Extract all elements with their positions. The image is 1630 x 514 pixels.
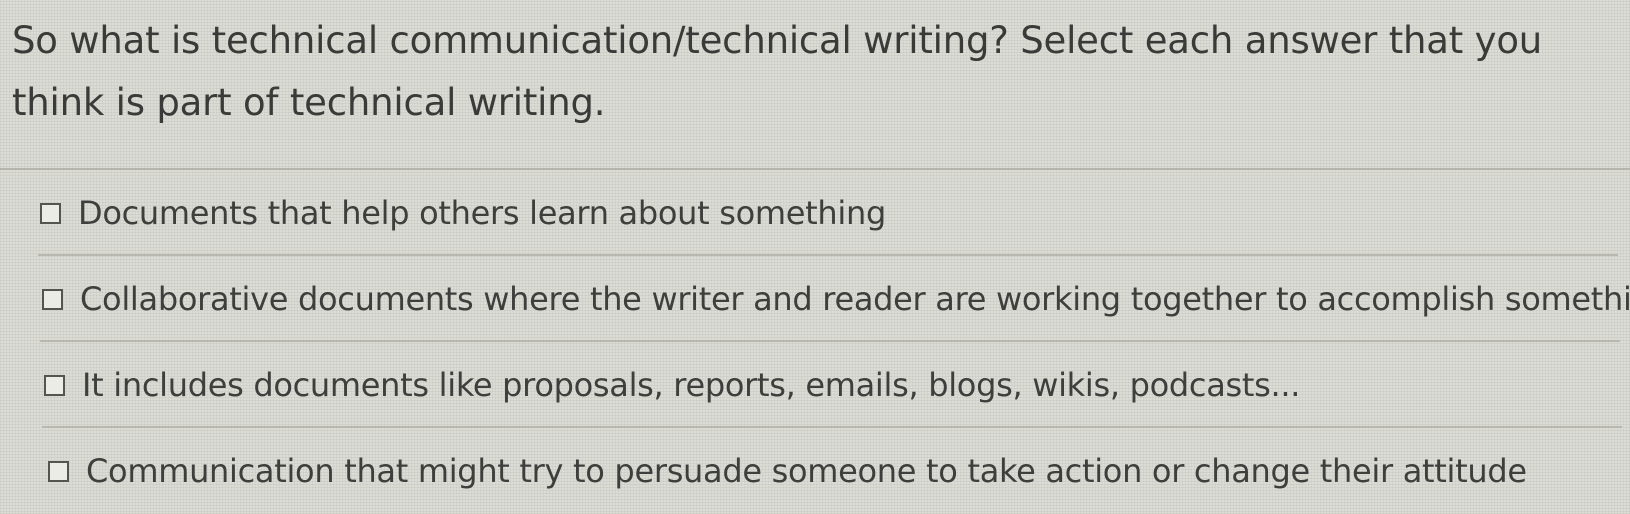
answer-checkbox-1[interactable]	[40, 202, 61, 224]
answer-checkbox-3[interactable]	[44, 374, 65, 396]
answer-label-2[interactable]: Collaborative documents where the writer…	[80, 280, 1630, 318]
answer-checkbox-4[interactable]	[48, 460, 69, 482]
answer-option-2[interactable]: Collaborative documents where the writer…	[0, 256, 1630, 342]
answer-option-1[interactable]: Documents that help others learn about s…	[0, 170, 1630, 256]
answer-option-4[interactable]: Communication that might try to persuade…	[0, 428, 1630, 514]
answer-label-4[interactable]: Communication that might try to persuade…	[86, 452, 1527, 490]
question-text: So what is technical communication/techn…	[12, 19, 1543, 124]
answer-label-3[interactable]: It includes documents like proposals, re…	[82, 366, 1300, 404]
answer-label-1[interactable]: Documents that help others learn about s…	[78, 194, 886, 232]
answer-checkbox-2[interactable]	[42, 288, 63, 310]
answer-option-3[interactable]: It includes documents like proposals, re…	[0, 342, 1630, 428]
